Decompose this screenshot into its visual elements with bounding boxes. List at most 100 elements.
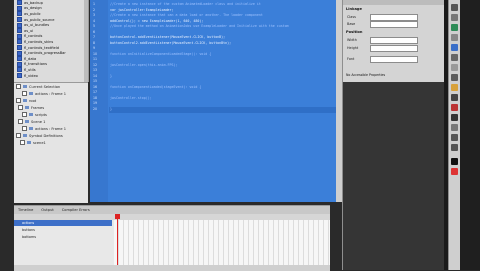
outline-item-label: Scene 1 bbox=[31, 119, 46, 124]
outline-item[interactable]: Current Selection bbox=[14, 83, 88, 90]
code-line[interactable]: //Once played the method on AnimationJob… bbox=[110, 24, 289, 28]
line-number: 4 bbox=[93, 18, 96, 23]
layer-label: actions bbox=[22, 221, 35, 225]
class-field[interactable] bbox=[370, 14, 418, 21]
library-item-label: as_public bbox=[24, 11, 41, 16]
code-line[interactable]: //Create a new instance of the custom An… bbox=[110, 2, 261, 6]
outline-item-label: Frames bbox=[31, 105, 45, 110]
expand-toggle-icon[interactable] bbox=[16, 133, 21, 138]
library-item-label: fl_controls bbox=[24, 34, 43, 39]
paint-bucket-icon[interactable] bbox=[451, 104, 458, 111]
library-item-label: fl_transitions bbox=[24, 62, 48, 67]
library-item-label: as_design bbox=[24, 6, 42, 11]
text-tool-icon[interactable] bbox=[451, 54, 458, 61]
code-line[interactable]: //Create a new instance that can a data … bbox=[110, 13, 263, 17]
folder-icon bbox=[17, 50, 22, 56]
expand-toggle-icon[interactable] bbox=[18, 105, 23, 110]
tab-compiler-errors[interactable]: Compiler Errors bbox=[58, 208, 94, 212]
library-item-label: as_ui_bundles bbox=[24, 23, 50, 28]
pencil-tool-icon[interactable] bbox=[451, 84, 458, 91]
font-field[interactable] bbox=[370, 56, 418, 63]
outline-item[interactable]: scripts bbox=[14, 111, 88, 118]
layer-buttons[interactable]: buttons bbox=[14, 227, 112, 233]
outline-item-label: Symbol Definitions bbox=[29, 133, 63, 138]
outline-item-label: root bbox=[29, 98, 37, 103]
prop-row-height: Height bbox=[347, 45, 418, 52]
stroke-color-icon[interactable] bbox=[451, 158, 458, 165]
code-line[interactable]: buttonControl.addEventListener(MouseEven… bbox=[110, 35, 225, 39]
fill-color-icon[interactable] bbox=[451, 168, 458, 175]
code-line[interactable]: buttonControl2.addEventListener(MouseEve… bbox=[110, 41, 231, 45]
eraser-icon[interactable] bbox=[451, 124, 458, 131]
line-tool-icon[interactable] bbox=[451, 64, 458, 71]
expand-toggle-icon[interactable] bbox=[20, 140, 25, 145]
library-item-label: fl_controls_textfield bbox=[24, 45, 60, 50]
expand-toggle-icon[interactable] bbox=[22, 112, 27, 117]
outline-item-label: scripts bbox=[35, 112, 47, 117]
hand-tool-icon[interactable] bbox=[451, 134, 458, 141]
folder-icon bbox=[17, 61, 22, 67]
expand-toggle-icon[interactable] bbox=[16, 84, 21, 89]
outline-item[interactable]: Scene 1 bbox=[14, 118, 88, 125]
eyedropper-icon[interactable] bbox=[451, 114, 458, 121]
outline-item[interactable]: scene1 bbox=[14, 139, 88, 146]
line-number: 16 bbox=[93, 84, 98, 89]
library-item[interactable]: fl_video bbox=[14, 73, 88, 79]
code-line[interactable]: addControl(); = new ExampleLoader(1, 640… bbox=[110, 19, 203, 23]
tab-timeline[interactable]: Timeline bbox=[14, 208, 37, 212]
folder-icon bbox=[17, 22, 22, 28]
line-number: 7 bbox=[93, 35, 96, 39]
transform-tool-icon[interactable] bbox=[451, 24, 458, 31]
prop-row-font: Font bbox=[347, 56, 418, 63]
zoom-tool-icon[interactable] bbox=[451, 144, 458, 151]
height-field[interactable] bbox=[370, 45, 418, 52]
section-linkage: Linkage bbox=[346, 7, 362, 11]
base-field[interactable] bbox=[370, 21, 418, 28]
outline-item[interactable]: Symbol Definitions bbox=[14, 132, 88, 139]
line-number: 13 bbox=[93, 68, 98, 72]
code-line[interactable]: } bbox=[110, 107, 112, 111]
selection-tool-icon[interactable] bbox=[451, 4, 458, 11]
rectangle-tool-icon[interactable] bbox=[451, 74, 458, 81]
properties-empty-area bbox=[343, 82, 445, 270]
line-number: 2 bbox=[93, 7, 96, 12]
code-editor[interactable]: 1 2 3 4 5 6 7 8 9 10 11 12 13 14 15 16 17 18 19 20 //Create… bbox=[90, 0, 342, 202]
code-line[interactable]: jwsController.stop(); bbox=[110, 96, 152, 100]
code-line[interactable]: jwsController.open(this.anim.FPS); bbox=[110, 63, 178, 67]
code-line[interactable]: function onComponentLoaded(stageEvent): … bbox=[110, 85, 201, 89]
pen-tool-icon[interactable] bbox=[451, 44, 458, 51]
expand-toggle-icon[interactable] bbox=[22, 91, 27, 96]
library-item-label: fl_controls_skins bbox=[24, 39, 54, 44]
line-number: 8 bbox=[93, 40, 96, 45]
outline-item[interactable]: actions : Frame 1 bbox=[14, 125, 88, 132]
code-line[interactable]: } bbox=[110, 74, 112, 78]
tab-output[interactable]: Output bbox=[37, 208, 57, 212]
playhead-line[interactable] bbox=[117, 214, 118, 271]
layer-actions[interactable]: actions bbox=[14, 220, 112, 226]
folder-icon bbox=[17, 73, 22, 79]
symbol-icon bbox=[25, 106, 29, 109]
symbol-icon bbox=[23, 99, 27, 102]
folder-icon bbox=[17, 28, 22, 34]
code-line[interactable]: function onInitializeComponentLoadedStag… bbox=[110, 52, 211, 56]
code-line[interactable]: var jwsController:ExampleLoader; bbox=[110, 8, 174, 12]
symbol-icon bbox=[23, 85, 27, 88]
layer-bottoms[interactable]: bottoms bbox=[14, 234, 112, 240]
brush-tool-icon[interactable] bbox=[451, 94, 458, 101]
library-scrollbar[interactable] bbox=[84, 0, 88, 82]
properties-header bbox=[343, 0, 445, 5]
outline-item[interactable]: root bbox=[14, 97, 88, 104]
subselect-tool-icon[interactable] bbox=[451, 14, 458, 21]
expand-toggle-icon[interactable] bbox=[16, 98, 21, 103]
outline-item[interactable]: actions : Frame 1 bbox=[14, 90, 88, 97]
line-number: 9 bbox=[93, 46, 96, 50]
expand-toggle-icon[interactable] bbox=[18, 119, 23, 124]
folder-icon bbox=[17, 45, 22, 51]
outline-item[interactable]: Frames bbox=[14, 104, 88, 111]
line-number: 3 bbox=[93, 13, 96, 17]
timeline-frames-grid[interactable] bbox=[114, 220, 330, 271]
width-field[interactable] bbox=[370, 37, 418, 44]
lasso-tool-icon[interactable] bbox=[451, 34, 458, 41]
expand-toggle-icon[interactable] bbox=[22, 126, 27, 131]
folder-icon bbox=[17, 56, 22, 62]
